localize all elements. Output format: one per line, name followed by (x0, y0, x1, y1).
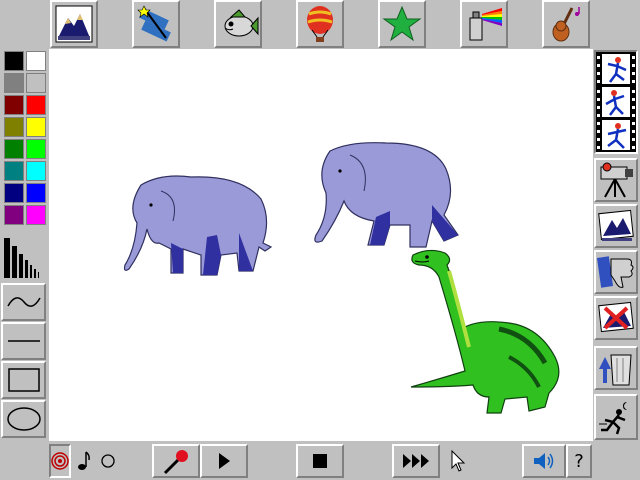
fish-stamp-button[interactable] (214, 0, 262, 48)
color-swatch[interactable] (4, 139, 24, 159)
color-swatch[interactable] (26, 51, 46, 71)
color-swatch[interactable] (26, 183, 46, 203)
freehand-tool[interactable] (1, 283, 46, 321)
video-camera-button[interactable] (594, 158, 638, 202)
animation-frames-button[interactable] (594, 50, 638, 154)
volume-button[interactable] (522, 444, 566, 478)
color-swatch[interactable] (26, 73, 46, 93)
thumbs-down-icon (597, 256, 634, 288)
color-swatch[interactable] (26, 139, 46, 159)
help-button[interactable]: ? (566, 444, 592, 478)
fast-forward-button[interactable] (392, 444, 440, 478)
wand-film-icon (137, 5, 171, 42)
mountain-icon (55, 5, 93, 43)
background-scene-button[interactable] (50, 0, 98, 48)
color-swatch[interactable] (4, 205, 24, 225)
color-swatch[interactable] (26, 95, 46, 115)
pointer-tool-button[interactable] (444, 444, 472, 478)
color-swatch[interactable] (4, 51, 24, 71)
microphone-icon (163, 450, 188, 475)
color-swatch[interactable] (26, 117, 46, 137)
record-sound-mode-button[interactable] (49, 444, 71, 478)
top-toolbar (0, 0, 640, 48)
color-swatch[interactable] (4, 73, 24, 93)
silent-mode-button[interactable] (96, 444, 120, 478)
hot-air-balloon-icon (307, 6, 333, 42)
violin-icon (552, 7, 580, 42)
mountain-picture-icon (598, 209, 634, 241)
record-button[interactable] (152, 444, 200, 478)
drawing-canvas[interactable] (49, 49, 593, 441)
ellipse-tool[interactable] (1, 400, 46, 438)
elephant-stamp[interactable] (306, 141, 466, 249)
dinosaur-stamp[interactable] (409, 247, 569, 419)
rectangle-tool[interactable] (1, 361, 46, 399)
delete-scene-button[interactable] (594, 296, 638, 340)
fish-icon (224, 9, 259, 37)
color-swatch[interactable] (26, 161, 46, 181)
line-width-selector[interactable] (2, 236, 46, 280)
video-camera-icon (600, 162, 633, 198)
spray-can-icon (469, 8, 502, 41)
star-icon (382, 5, 422, 42)
color-swatch[interactable] (4, 161, 24, 181)
help-label: ? (574, 450, 584, 472)
stop-button[interactable] (296, 444, 344, 478)
film-strip-icon (596, 52, 636, 152)
delete-picture-icon (598, 301, 634, 333)
color-palette (0, 48, 48, 238)
line-icon (7, 340, 40, 342)
sound-waves-icon (51, 452, 69, 470)
stop-icon (313, 454, 327, 468)
elephant-stamp[interactable] (121, 173, 276, 279)
line-tool[interactable] (1, 322, 46, 360)
running-man-icon (599, 402, 627, 435)
rectangle-icon (7, 368, 40, 392)
trash-button[interactable] (594, 346, 638, 390)
color-swatch[interactable] (4, 117, 24, 137)
fast-forward-icon (403, 454, 429, 468)
exit-button[interactable] (594, 394, 638, 440)
color-swatch[interactable] (4, 95, 24, 115)
curve-icon (6, 297, 41, 307)
play-icon (219, 453, 230, 469)
circle-icon (101, 454, 115, 468)
play-button[interactable] (200, 444, 248, 478)
magic-wand-button[interactable] (132, 0, 180, 48)
balloon-stamp-button[interactable] (296, 0, 344, 48)
color-swatch[interactable] (26, 205, 46, 225)
thumbs-down-button[interactable] (594, 250, 638, 294)
star-stamp-button[interactable] (378, 0, 426, 48)
arrow-cursor-icon (451, 450, 466, 472)
ellipse-icon (6, 407, 41, 431)
line-width-bars-icon (4, 238, 39, 278)
trash-can-icon (599, 354, 632, 386)
color-swatch[interactable] (4, 183, 24, 203)
scene-view-button[interactable] (594, 204, 638, 248)
music-button[interactable] (542, 0, 590, 48)
music-note-icon (78, 451, 90, 470)
speaker-icon (534, 453, 554, 469)
music-note-mode-button[interactable] (72, 444, 96, 478)
spray-paint-button[interactable] (460, 0, 508, 48)
